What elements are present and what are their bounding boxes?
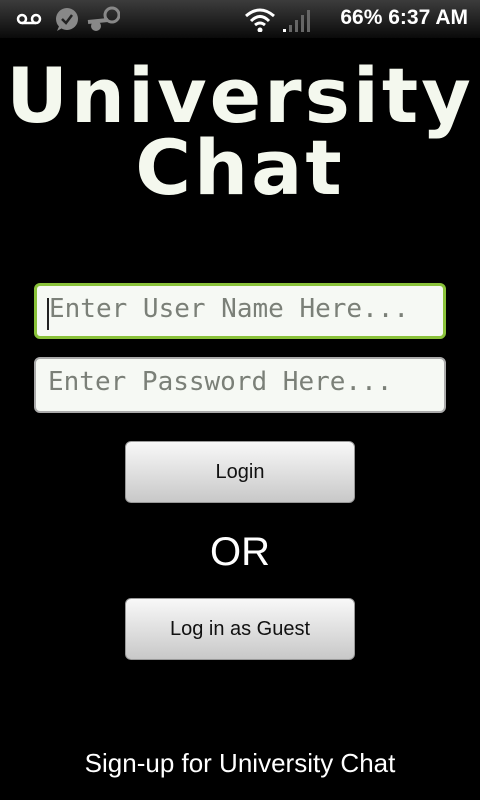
username-input[interactable]: Enter User Name Here... bbox=[34, 283, 446, 339]
password-placeholder: Enter Password Here... bbox=[48, 367, 393, 397]
signal-icon bbox=[282, 7, 312, 33]
password-input[interactable]: Enter Password Here... bbox=[34, 357, 446, 413]
status-battery-time: 66% 6:37 AM bbox=[340, 6, 468, 30]
app-title-line2: Chat bbox=[135, 123, 345, 212]
login-button[interactable]: Login bbox=[125, 441, 355, 503]
steam-icon bbox=[84, 6, 120, 32]
clock: 6:37 AM bbox=[388, 6, 468, 29]
chat-check-icon bbox=[54, 7, 80, 33]
text-caret bbox=[47, 298, 49, 330]
battery-percent: 66% bbox=[340, 6, 383, 29]
guest-login-button[interactable]: Log in as Guest bbox=[125, 598, 355, 660]
signup-link[interactable]: Sign-up for University Chat bbox=[0, 748, 480, 779]
or-separator: OR bbox=[210, 530, 270, 574]
username-placeholder: Enter User Name Here... bbox=[49, 294, 410, 324]
status-bar: 66% 6:37 AM bbox=[0, 0, 480, 38]
voicemail-icon bbox=[16, 12, 42, 26]
wifi-icon bbox=[244, 6, 276, 32]
